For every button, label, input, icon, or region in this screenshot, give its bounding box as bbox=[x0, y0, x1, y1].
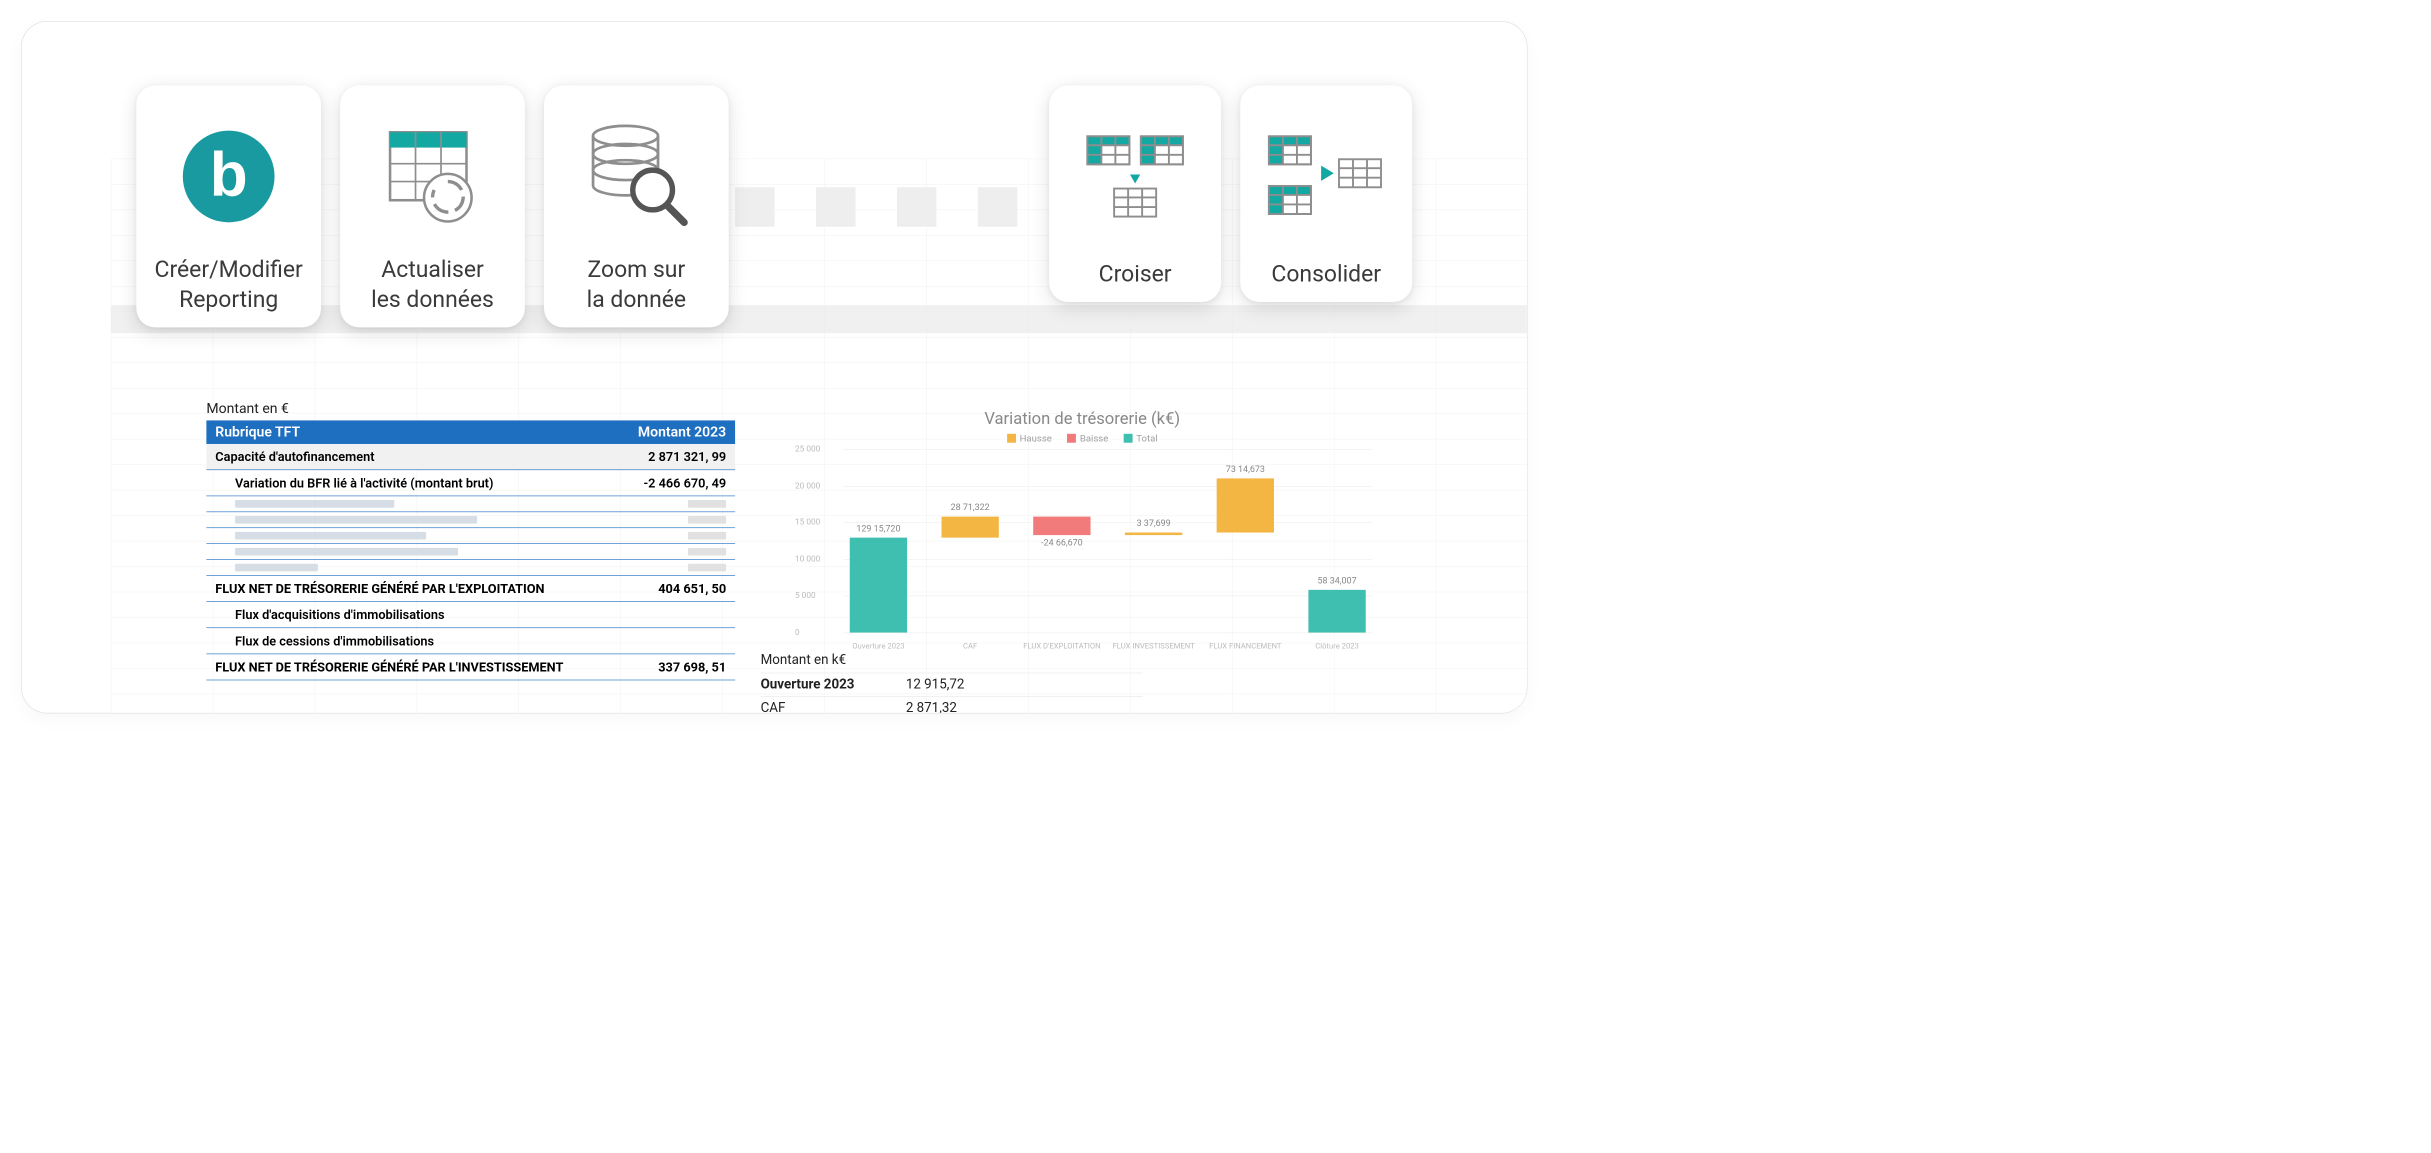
legend-label: Total bbox=[1136, 433, 1157, 444]
cross-tables-icon bbox=[1062, 104, 1209, 253]
chart-legend: Hausse Baisse Total bbox=[792, 433, 1372, 444]
chart-plot-area: 05 00010 00015 00020 00025 000 129 15,72… bbox=[843, 449, 1372, 632]
ribbon-cross-button[interactable]: Croiser bbox=[1049, 85, 1221, 302]
ribbon-zoom-label: Zoom sur la donnée bbox=[587, 255, 686, 315]
tft-hdr-right: Montant 2023 bbox=[638, 424, 726, 440]
app-card: b Créer/Modifier Reporting Actualiser le… bbox=[22, 22, 1527, 713]
mini-caption: Montant en k€ bbox=[761, 652, 1143, 667]
svg-text:b: b bbox=[210, 141, 248, 210]
ribbon-refresh-label: Actualiser les données bbox=[371, 255, 494, 315]
chart-bar[interactable]: -24 66,670FLUX D'EXPLOITATION bbox=[1027, 449, 1097, 632]
table-row[interactable]: CAF 2 871,32 bbox=[761, 696, 1143, 713]
table-row[interactable]: Variation du BFR lié à l'activité (monta… bbox=[206, 470, 735, 496]
table-row-placeholder bbox=[206, 512, 735, 528]
table-row[interactable]: Ouverture 2023 12 915,72 bbox=[761, 673, 1143, 697]
app-logo-icon: b bbox=[149, 104, 308, 248]
tft-table: Montant en € Rubrique TFT Montant 2023 C… bbox=[206, 401, 735, 681]
tft-header: Rubrique TFT Montant 2023 bbox=[206, 420, 735, 444]
chart-title: Variation de trésorerie (k€) bbox=[792, 410, 1372, 429]
chart-bar[interactable]: 28 71,322CAF bbox=[935, 449, 1005, 632]
chart-bar[interactable]: 129 15,720Ouverture 2023 bbox=[843, 449, 913, 632]
table-row[interactable]: Capacité d'autofinancement 2 871 321, 99 bbox=[206, 444, 735, 470]
treasury-mini-table: Montant en k€ Ouverture 2023 12 915,72 C… bbox=[761, 652, 1143, 713]
legend-label: Baisse bbox=[1080, 433, 1108, 444]
row-label: Flux d'acquisitions d'immobilisations bbox=[235, 607, 444, 622]
table-row-placeholder bbox=[206, 560, 735, 576]
ribbon-refresh-data-button[interactable]: Actualiser les données bbox=[340, 85, 525, 327]
ribbon-consolidate-button[interactable]: Consolider bbox=[1240, 85, 1412, 302]
chart-bar[interactable]: 3 37,699FLUX INVESTISSEMENT bbox=[1119, 449, 1189, 632]
row-value: 337 698, 51 bbox=[658, 659, 726, 674]
ribbon-cross-label: Croiser bbox=[1099, 259, 1172, 289]
legend-swatch-hausse bbox=[1007, 434, 1016, 443]
refresh-data-icon bbox=[353, 104, 512, 248]
ribbon-consolidate-label: Consolider bbox=[1271, 259, 1381, 289]
ribbon-create-reporting-button[interactable]: b Créer/Modifier Reporting bbox=[136, 85, 321, 327]
ribbon: b Créer/Modifier Reporting Actualiser le… bbox=[136, 85, 1412, 327]
row-value: -2 466 670, 49 bbox=[644, 475, 727, 490]
ribbon-zoom-data-button[interactable]: Zoom sur la donnée bbox=[544, 85, 729, 327]
database-zoom-icon bbox=[557, 104, 716, 248]
table-row[interactable]: Flux d'acquisitions d'immobilisations bbox=[206, 602, 735, 628]
legend-swatch-baisse bbox=[1067, 434, 1076, 443]
table-row-placeholder bbox=[206, 496, 735, 512]
row-key: Ouverture 2023 bbox=[761, 677, 888, 692]
table-row-placeholder bbox=[206, 544, 735, 560]
table-row[interactable]: Flux de cessions d'immobilisations bbox=[206, 628, 735, 654]
tft-caption: Montant en € bbox=[206, 401, 735, 417]
tft-hdr-left: Rubrique TFT bbox=[215, 424, 300, 440]
table-row[interactable]: FLUX NET DE TRÉSORERIE GÉNÉRÉ PAR L'EXPL… bbox=[206, 576, 735, 602]
waterfall-chart: Variation de trésorerie (k€) Hausse Bais… bbox=[792, 410, 1372, 633]
row-label: Variation du BFR lié à l'activité (monta… bbox=[235, 475, 493, 490]
row-value: 12 915,72 bbox=[906, 677, 965, 692]
consolidate-tables-icon bbox=[1253, 104, 1400, 253]
row-label: FLUX NET DE TRÉSORERIE GÉNÉRÉ PAR L'EXPL… bbox=[215, 581, 544, 596]
ribbon-create-label: Créer/Modifier Reporting bbox=[155, 255, 303, 315]
chart-bar[interactable]: 58 34,007Clôture 2023 bbox=[1302, 449, 1372, 632]
chart-bar[interactable]: 73 14,673FLUX FINANCEMENT bbox=[1210, 449, 1280, 632]
row-label: Capacité d'autofinancement bbox=[215, 449, 374, 464]
table-row-placeholder bbox=[206, 528, 735, 544]
row-key: CAF bbox=[761, 701, 888, 713]
chart-bars: 129 15,720Ouverture 2023 28 71,322CAF -24 … bbox=[843, 449, 1372, 632]
table-row[interactable]: FLUX NET DE TRÉSORERIE GÉNÉRÉ PAR L'INVE… bbox=[206, 654, 735, 680]
row-label: Flux de cessions d'immobilisations bbox=[235, 633, 434, 648]
row-value: 2 871,32 bbox=[906, 701, 957, 713]
legend-label: Hausse bbox=[1020, 433, 1052, 444]
row-label: FLUX NET DE TRÉSORERIE GÉNÉRÉ PAR L'INVE… bbox=[215, 659, 563, 674]
row-value: 404 651, 50 bbox=[658, 581, 726, 596]
legend-swatch-total bbox=[1124, 434, 1133, 443]
row-value: 2 871 321, 99 bbox=[648, 449, 726, 464]
